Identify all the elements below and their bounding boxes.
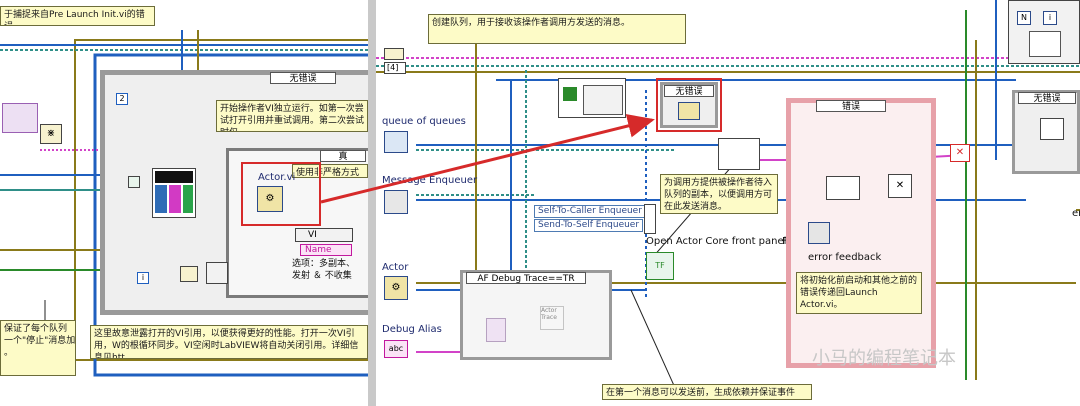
- annotation-arrow: [320, 114, 655, 204]
